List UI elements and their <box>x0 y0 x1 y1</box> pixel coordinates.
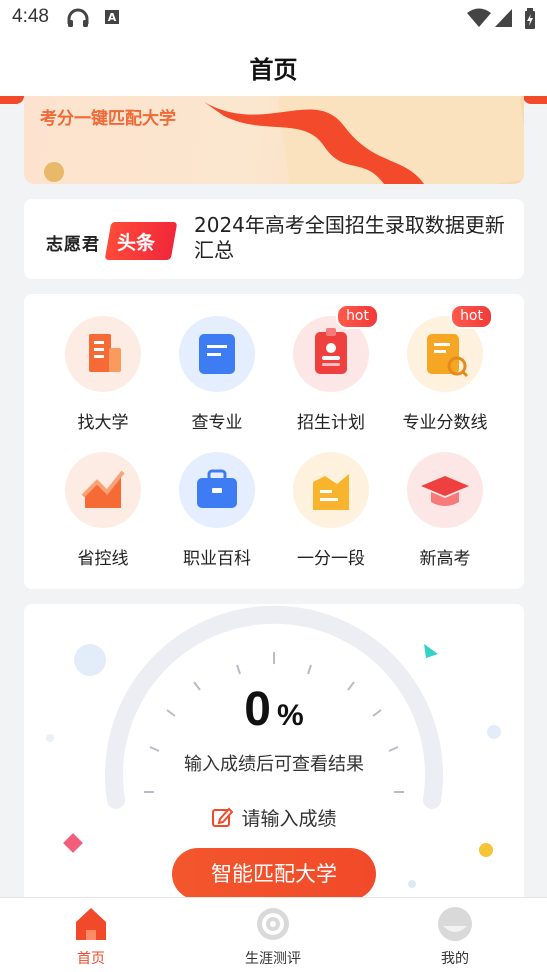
feature-major-score-line[interactable]: hot 专业分数线 <box>388 304 502 433</box>
document-icon <box>179 316 255 392</box>
news-tag: 头条 <box>117 232 156 254</box>
news-headline[interactable]: 2024年高考全国招生录取数据更新汇总 <box>194 213 514 263</box>
bar-chart-icon <box>293 452 369 528</box>
feature-label: 职业百科 <box>183 549 251 569</box>
feature-label: 找大学 <box>77 413 129 433</box>
match-percent: 0% <box>24 682 524 737</box>
feature-enrollment-plan[interactable]: hot 招生计划 <box>274 304 388 433</box>
feature-label: 新高考 <box>419 549 471 569</box>
feature-label: 一分一段 <box>297 549 365 569</box>
status-bar: 4:48 A <box>0 0 547 36</box>
feature-find-university[interactable]: 找大学 <box>46 316 160 433</box>
bottom-tab-bar: 首页 生涯测评 我的 <box>0 897 547 972</box>
news-card[interactable]: 志愿君 头条 2024年高考全国招生录取数据更新汇总 <box>24 199 524 279</box>
feature-new-gaokao[interactable]: 新高考 <box>388 452 502 569</box>
feature-label: 专业分数线 <box>402 413 488 433</box>
tab-home[interactable]: 首页 <box>31 906 151 968</box>
feature-label: 招生计划 <box>297 413 365 433</box>
news-logo: 志愿君 <box>46 235 100 255</box>
graduation-cap-icon <box>407 452 483 528</box>
promo-banner[interactable]: 考分一键匹配大学 <box>24 96 524 184</box>
target-icon <box>257 908 289 940</box>
a-icon: A <box>105 10 119 24</box>
hot-badge: hot <box>450 304 493 329</box>
status-time: 4:48 <box>12 6 49 27</box>
banner-text: 考分一键匹配大学 <box>40 109 176 129</box>
headphones-icon <box>67 8 89 27</box>
score-card: 0% 输入成绩后可查看结果 请输入成绩 智能匹配大学 <box>24 604 524 897</box>
tab-career-assessment[interactable]: 生涯测评 <box>213 906 333 968</box>
briefcase-icon <box>179 452 255 528</box>
feature-label: 省控线 <box>77 549 129 569</box>
profile-icon <box>438 907 472 941</box>
page-title: 首页 <box>249 56 298 84</box>
title-bar: 首页 <box>0 36 547 96</box>
building-icon <box>65 316 141 392</box>
tab-label: 我的 <box>441 951 469 967</box>
trend-chart-icon <box>65 452 141 528</box>
feature-grid: 找大学 查专业 hot 招生计划 hot 专业分数线 省控线 职业百科 一分一段… <box>24 294 524 589</box>
match-percent-value: 0 <box>244 683 271 736</box>
feature-score-rank[interactable]: 一分一段 <box>274 452 388 569</box>
feature-career-encyclopedia[interactable]: 职业百科 <box>160 452 274 569</box>
score-hint: 输入成绩后可查看结果 <box>184 754 364 775</box>
smart-match-button[interactable]: 智能匹配大学 <box>172 848 376 897</box>
wifi-icon <box>467 8 491 27</box>
edit-icon <box>212 807 234 827</box>
hot-badge: hot <box>336 304 379 329</box>
home-icon <box>76 908 106 940</box>
svg-text:A: A <box>108 11 117 24</box>
match-percent-sign: % <box>277 699 304 732</box>
home-scroll-content[interactable]: 考分一键匹配大学 志愿君 头条 2024年高考全国招生录取数据更新汇总 找大学 … <box>0 96 547 897</box>
signal-icon <box>495 9 512 27</box>
tab-profile[interactable]: 我的 <box>395 906 515 968</box>
banner-edge-left <box>0 96 24 104</box>
feature-provincial-line[interactable]: 省控线 <box>46 452 160 569</box>
banner-edge-right <box>523 96 547 104</box>
badge-card-icon: hot <box>293 304 379 392</box>
tab-label: 生涯测评 <box>245 951 301 967</box>
feature-search-major[interactable]: 查专业 <box>160 316 274 433</box>
feature-label: 查专业 <box>191 413 243 433</box>
enter-score-link[interactable]: 请输入成绩 <box>24 804 524 831</box>
clipboard-search-icon: hot <box>407 304 493 392</box>
enter-score-label: 请输入成绩 <box>241 808 337 830</box>
battery-icon <box>525 8 535 29</box>
tab-label: 首页 <box>77 951 105 967</box>
